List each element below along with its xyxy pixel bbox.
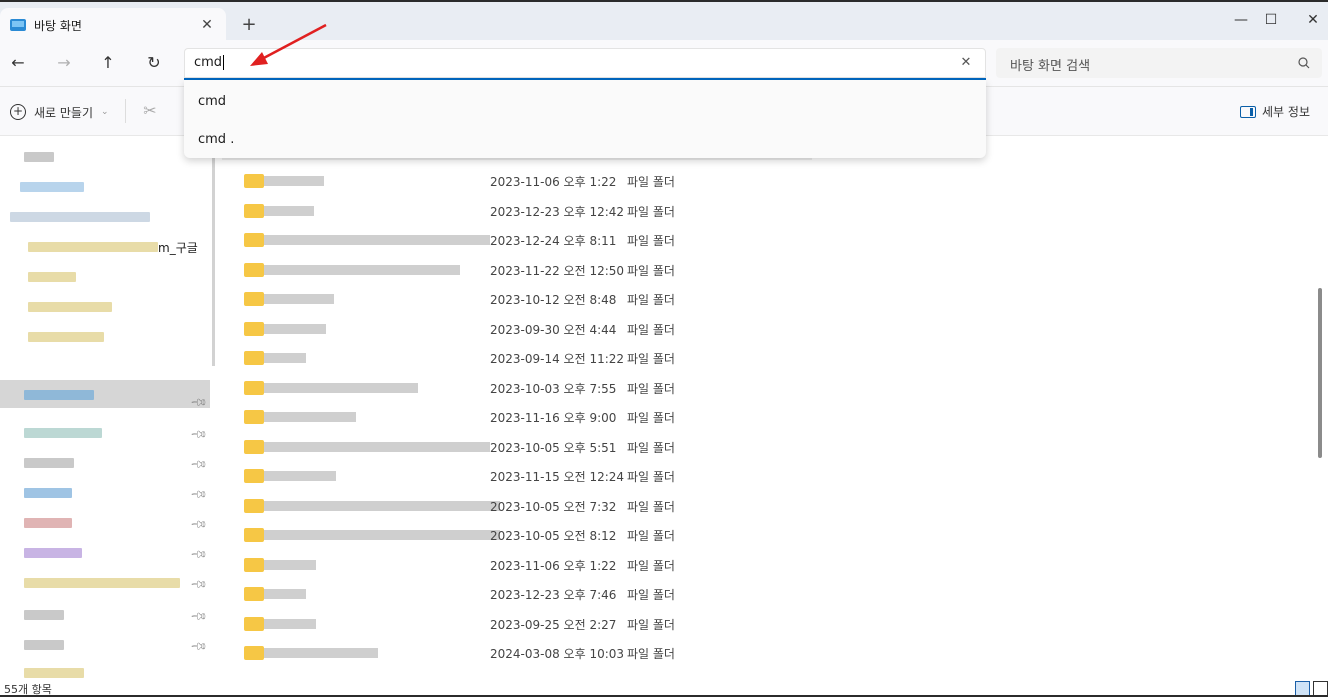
- annotation-arrow: [250, 23, 327, 66]
